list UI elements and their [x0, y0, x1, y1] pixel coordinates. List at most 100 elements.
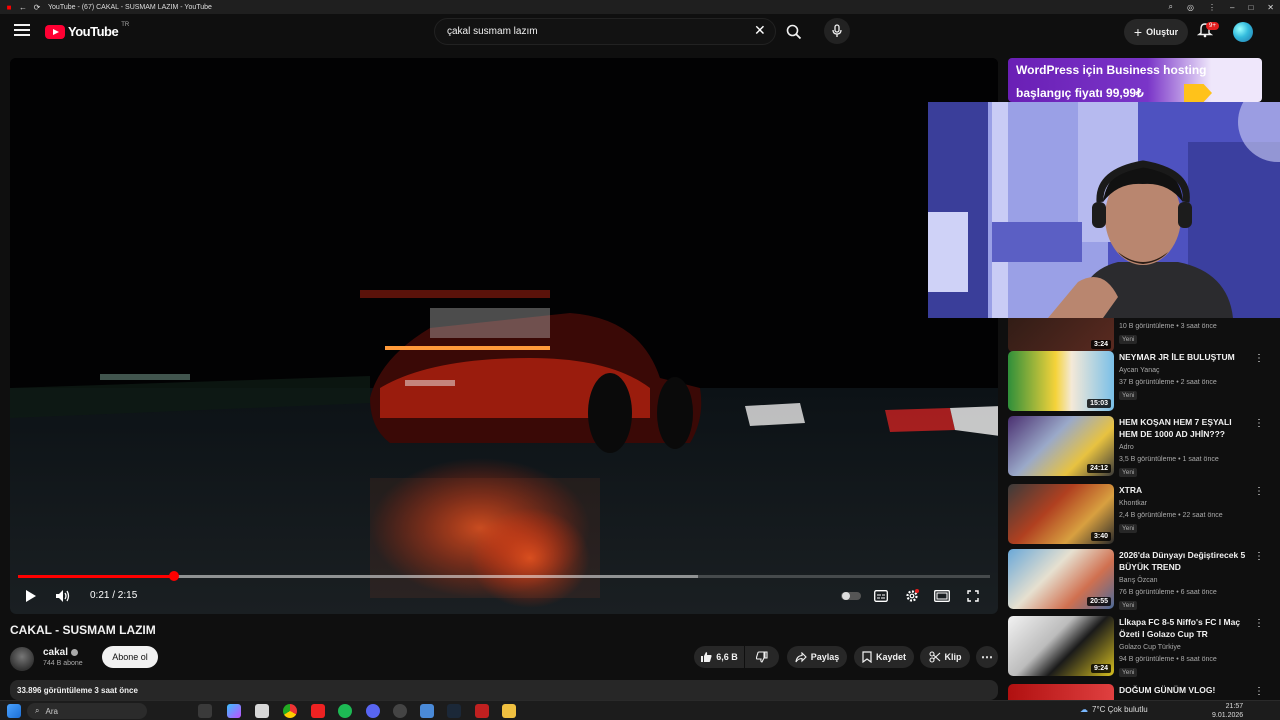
- new-badge: Yeni: [1119, 391, 1138, 400]
- save-button[interactable]: Kaydet: [854, 646, 914, 668]
- chrome-icon[interactable]: [283, 704, 297, 718]
- back-icon[interactable]: ←: [18, 2, 28, 12]
- obs-icon[interactable]: [393, 704, 407, 718]
- clip-button[interactable]: Klip: [920, 646, 970, 668]
- game-icon[interactable]: [475, 704, 489, 718]
- youtube-logo[interactable]: YouTube TR: [45, 22, 129, 39]
- notification-badge: 9+: [1206, 22, 1219, 30]
- rec-title[interactable]: XTRA: [1119, 484, 1251, 496]
- rec-meta: 10 B görüntüleme • 3 saat önce: [1119, 323, 1217, 330]
- video-thumbnail[interactable]: 24:12: [1008, 416, 1114, 476]
- more-vert-icon[interactable]: ⋮: [1254, 353, 1264, 365]
- fullscreen-button[interactable]: [964, 588, 982, 604]
- video-thumbnail[interactable]: 20:55: [1008, 549, 1114, 609]
- rec-channel[interactable]: Adro: [1119, 444, 1134, 451]
- volume-button[interactable]: [54, 588, 72, 604]
- settings-button[interactable]: [903, 588, 921, 604]
- search-input[interactable]: çakal susmam lazım: [434, 18, 776, 45]
- video-thumbnail[interactable]: 3:40: [1008, 484, 1114, 544]
- more-vert-icon[interactable]: ⋮: [1254, 551, 1264, 563]
- fullscreen-icon: [967, 590, 979, 602]
- steam-icon[interactable]: [447, 704, 461, 718]
- rec-title[interactable]: DOĞUM GÜNÜM VLOG!: [1119, 684, 1251, 696]
- store-icon[interactable]: [255, 704, 269, 718]
- youtube-app-icon[interactable]: [311, 704, 325, 718]
- weather-widget[interactable]: ☁ 7°C Çok bulutlu: [1080, 705, 1148, 714]
- subscriber-count: 744 B abone: [43, 660, 83, 667]
- recommendation-item[interactable]: DOĞUM GÜNÜM VLOG! ⋮: [1008, 684, 1274, 700]
- channel-name[interactable]: cakal: [43, 647, 68, 658]
- recommendation-item[interactable]: 24:12 HEM KOŞAN HEM 7 EŞYALI HEM DE 1000…: [1008, 416, 1274, 478]
- autoplay-toggle[interactable]: [841, 590, 861, 602]
- more-vert-icon[interactable]: ⋮: [1254, 686, 1264, 698]
- rec-channel[interactable]: Aycan Yanaç: [1119, 367, 1159, 374]
- more-actions-button[interactable]: ⋯: [976, 646, 998, 668]
- save-label: Kaydet: [875, 652, 906, 662]
- like-button[interactable]: 6,6 B: [694, 646, 744, 668]
- rec-title[interactable]: 2026'da Dünyayı Değiştirecek 5 BÜYÜK TRE…: [1119, 549, 1251, 573]
- theater-mode-button[interactable]: [933, 588, 951, 604]
- share-button[interactable]: Paylaş: [787, 646, 847, 668]
- rec-meta: 37 B görüntüleme • 2 saat önce: [1119, 379, 1217, 386]
- create-label: Oluştur: [1146, 27, 1179, 37]
- subscribe-button[interactable]: Abone ol: [102, 646, 158, 668]
- subtitles-icon: [874, 590, 888, 602]
- account-avatar[interactable]: [1233, 22, 1253, 42]
- taskbar-search-placeholder: Ara: [45, 706, 58, 716]
- app-icon[interactable]: [420, 704, 434, 718]
- rec-channel[interactable]: Barış Özcan: [1119, 577, 1158, 584]
- masthead: YouTube TR çakal susmam lazım ✕ + Oluştu…: [0, 14, 1280, 52]
- recommendation-item[interactable]: 3:40 XTRA Khontkar 2,4 B görüntüleme • 2…: [1008, 484, 1274, 544]
- rec-title[interactable]: NEYMAR JR İLE BULUŞTUM: [1119, 351, 1251, 363]
- rec-title[interactable]: Lİkapa FC 8-5 Niffo's FC I Maç Özeti I G…: [1119, 616, 1251, 640]
- copilot-icon[interactable]: [227, 704, 241, 718]
- spotify-icon[interactable]: [338, 704, 352, 718]
- search-button[interactable]: [778, 19, 810, 45]
- zoom-icon[interactable]: ⌕: [1169, 2, 1173, 12]
- rec-channel[interactable]: Khontkar: [1119, 500, 1147, 507]
- system-clock[interactable]: 21:57 9.01.2026: [1212, 702, 1243, 720]
- minimize-icon[interactable]: –: [1230, 3, 1234, 12]
- more-vert-icon[interactable]: ⋮: [1254, 418, 1264, 430]
- dislike-button[interactable]: [745, 646, 779, 668]
- more-vert-icon[interactable]: ⋮: [1254, 486, 1264, 498]
- taskbar-search[interactable]: ⌕ Ara: [27, 703, 147, 719]
- youtube-favicon-icon: ■: [6, 2, 12, 12]
- close-window-icon[interactable]: ✕: [1267, 3, 1274, 12]
- more-horizontal-icon: ⋯: [981, 650, 993, 664]
- video-player[interactable]: 0:21 / 2:15: [10, 58, 998, 614]
- rec-title[interactable]: HEM KOŞAN HEM 7 EŞYALI HEM DE 1000 AD JH…: [1119, 416, 1251, 440]
- create-button[interactable]: + Oluştur: [1124, 19, 1188, 45]
- channel-avatar[interactable]: [10, 647, 34, 671]
- recommendation-item[interactable]: 15:03 NEYMAR JR İLE BULUŞTUM Aycan Yanaç…: [1008, 351, 1274, 413]
- reload-icon[interactable]: ⟳: [32, 2, 42, 12]
- progress-bar[interactable]: [18, 571, 990, 581]
- file-explorer-icon[interactable]: [502, 704, 516, 718]
- hamburger-menu-icon[interactable]: [14, 24, 30, 38]
- new-badge: Yeni: [1119, 601, 1138, 610]
- thumbs-up-icon: [701, 652, 712, 662]
- channel-name-row[interactable]: cakal: [43, 647, 79, 658]
- video-thumbnail[interactable]: 9:24: [1008, 616, 1114, 676]
- clear-search-icon[interactable]: ✕: [754, 23, 766, 37]
- privacy-icon[interactable]: ◎: [1187, 3, 1194, 12]
- voice-search-button[interactable]: [824, 18, 850, 44]
- maximize-icon[interactable]: □: [1248, 3, 1253, 12]
- start-icon[interactable]: [7, 704, 21, 718]
- task-view-icon[interactable]: [198, 704, 212, 718]
- description-box[interactable]: 33.896 görüntüleme 3 saat önce: [10, 680, 998, 700]
- search-icon: ⌕: [35, 706, 40, 715]
- rec-channel[interactable]: Golazo Cup Türkiye: [1119, 644, 1181, 651]
- recommendation-item[interactable]: 20:55 2026'da Dünyayı Değiştirecek 5 BÜY…: [1008, 549, 1274, 610]
- rec-meta: 3,5 B görüntüleme • 1 saat önce: [1119, 456, 1219, 463]
- video-thumbnail[interactable]: 15:03: [1008, 351, 1114, 411]
- browser-menu-icon[interactable]: ⋮: [1208, 3, 1216, 12]
- discord-icon[interactable]: [366, 704, 380, 718]
- video-thumbnail[interactable]: [1008, 684, 1114, 700]
- play-button[interactable]: [22, 588, 40, 604]
- progress-scrubber[interactable]: [168, 571, 179, 581]
- ad-banner[interactable]: WordPress için Business hosting başlangı…: [1008, 58, 1262, 102]
- more-vert-icon[interactable]: ⋮: [1254, 618, 1264, 630]
- recommendation-item[interactable]: 9:24 Lİkapa FC 8-5 Niffo's FC I Maç Özet…: [1008, 616, 1274, 677]
- subtitles-button[interactable]: [872, 588, 890, 604]
